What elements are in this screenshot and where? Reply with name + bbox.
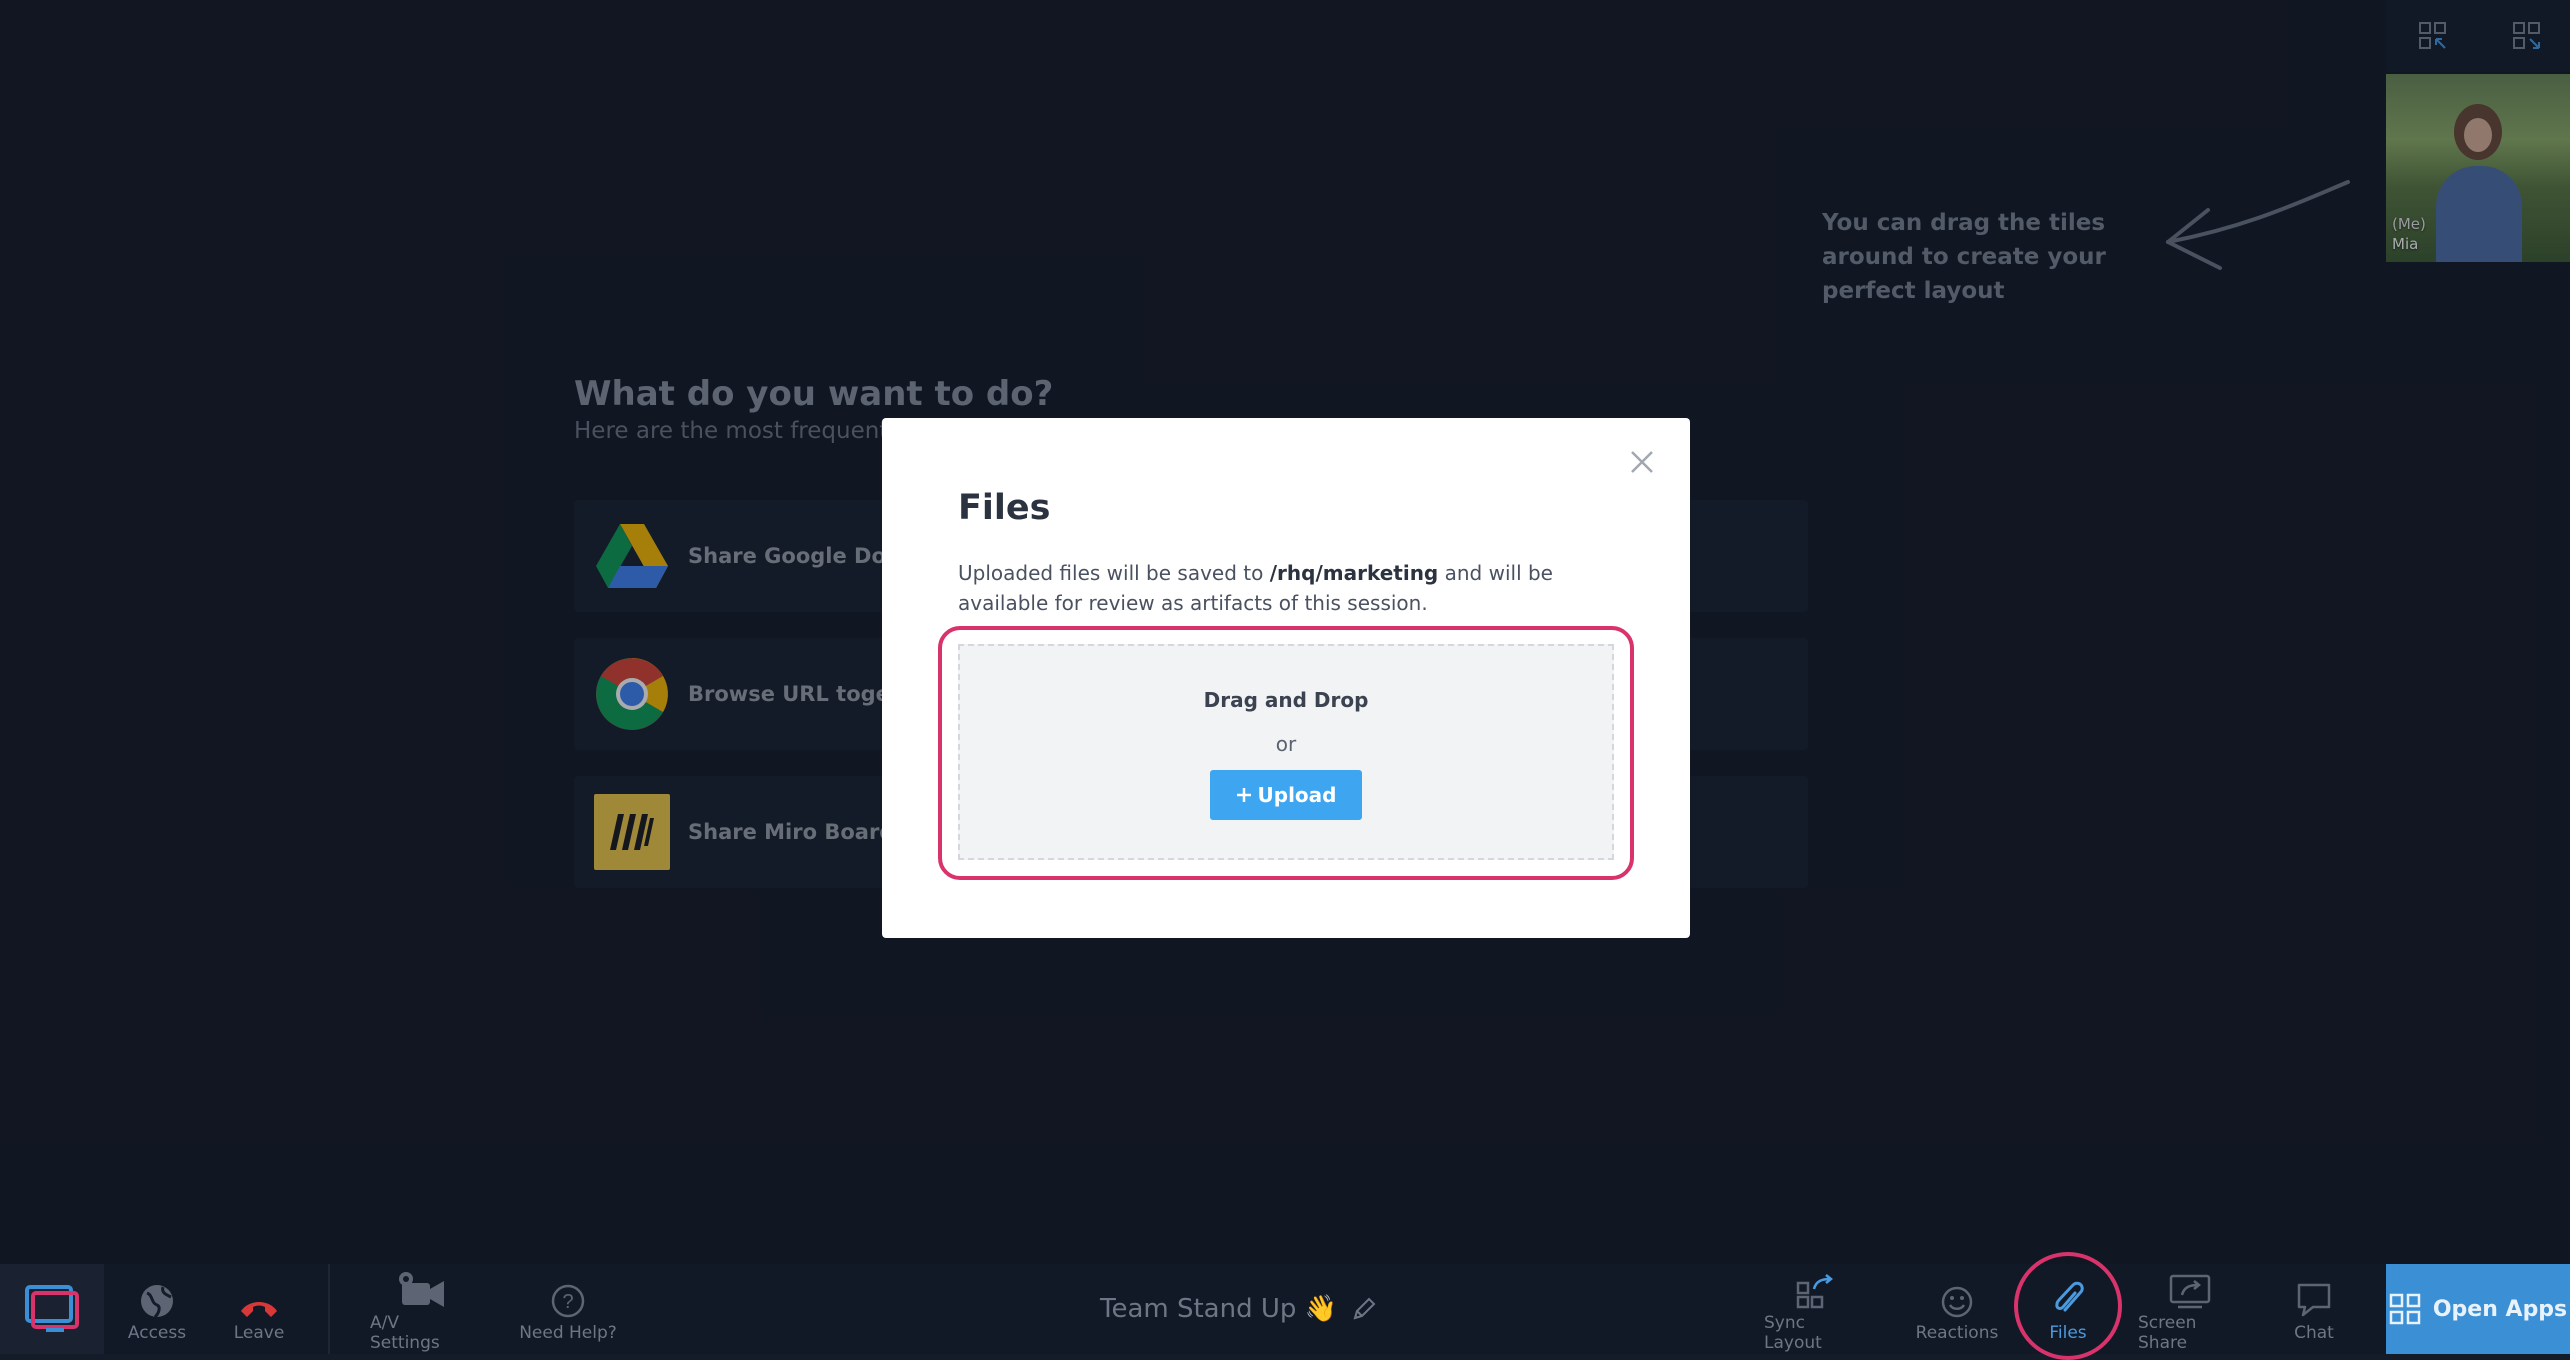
meeting-title[interactable]: Team Stand Up 👋 — [1100, 1264, 1377, 1354]
sync-layout-label: Sync Layout — [1764, 1313, 1822, 1353]
need-help-button[interactable]: ? Need Help? — [516, 1264, 620, 1354]
meeting-title-text: Team Stand Up 👋 — [1100, 1294, 1338, 1324]
screen-share-label: Screen Share — [2138, 1313, 2197, 1353]
need-help-label: Need Help? — [519, 1323, 617, 1343]
globe-icon — [141, 1285, 173, 1319]
chat-button[interactable]: Chat — [2272, 1264, 2356, 1354]
upload-button[interactable]: Upload — [1210, 770, 1362, 820]
dropzone-or: or — [1275, 732, 1297, 756]
svg-text:?: ? — [562, 1291, 573, 1313]
bottom-toolbar: Access Leave A/V Settings ? Need Help? T… — [0, 1264, 2570, 1354]
modal-title: Files — [958, 488, 1051, 528]
leave-button[interactable]: Leave — [222, 1264, 296, 1354]
access-label: Access — [127, 1323, 187, 1343]
reactions-button[interactable]: Reactions — [1910, 1264, 2004, 1354]
apps-grid-icon — [2389, 1293, 2421, 1325]
app-logo[interactable] — [0, 1264, 104, 1354]
access-button[interactable]: Access — [120, 1264, 194, 1354]
reactions-label: Reactions — [1915, 1323, 1999, 1343]
modal-description: Uploaded files will be saved to /rhq/mar… — [958, 558, 1638, 618]
leave-label: Leave — [233, 1323, 285, 1343]
sync-layout-icon — [1796, 1274, 1834, 1309]
camera-settings-icon — [399, 1272, 444, 1307]
chat-bubble-icon — [2297, 1283, 2331, 1317]
open-apps-button[interactable]: Open Apps — [2386, 1264, 2570, 1354]
close-button[interactable] — [1624, 444, 1660, 480]
files-modal: Files Uploaded files will be saved to /r… — [882, 418, 1690, 938]
files-highlight — [2014, 1252, 2122, 1360]
screen-share-icon — [2169, 1274, 2211, 1309]
sync-layout-button[interactable]: Sync Layout — [1764, 1264, 1868, 1354]
screen-share-button[interactable]: Screen Share — [2138, 1264, 2242, 1354]
close-icon — [1631, 451, 1653, 473]
save-path: /rhq/marketing — [1269, 561, 1439, 585]
hang-up-icon — [241, 1302, 277, 1317]
chat-label: Chat — [2294, 1323, 2334, 1343]
upload-label: Upload — [1257, 783, 1337, 807]
desc-prefix: Uploaded files will be saved to — [958, 561, 1270, 585]
smiley-icon — [1941, 1286, 1973, 1318]
pencil-icon[interactable] — [1351, 1296, 1377, 1322]
open-apps-label: Open Apps — [2432, 1296, 2568, 1322]
screen-logo-icon — [25, 1285, 79, 1332]
dropzone-title: Drag and Drop — [1203, 688, 1369, 712]
av-settings-label: A/V Settings — [370, 1313, 440, 1353]
toolbar-divider — [328, 1264, 330, 1354]
help-icon: ? — [551, 1284, 585, 1318]
av-settings-button[interactable]: A/V Settings — [370, 1264, 474, 1354]
plus-icon — [1236, 788, 1251, 802]
file-dropzone[interactable]: Drag and Drop or Upload — [958, 644, 1614, 860]
